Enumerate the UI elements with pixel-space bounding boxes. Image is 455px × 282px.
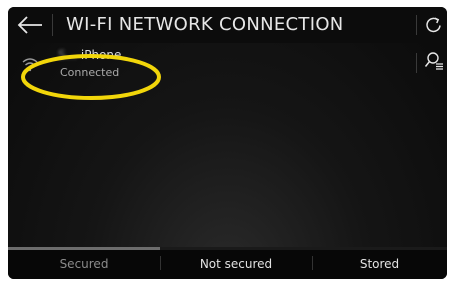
tab-secured[interactable]: Secured [8,250,160,279]
row-divider [416,53,417,73]
refresh-button[interactable] [422,13,446,37]
search-button[interactable] [422,49,446,73]
header-divider-right [416,15,417,35]
tab-not-secured[interactable]: Not secured [160,250,312,279]
back-button[interactable] [14,12,46,38]
header-bar: WI-FI NETWORK CONNECTION [8,7,447,43]
page-title: WI-FI NETWORK CONNECTION [66,14,344,35]
back-arrow-icon [17,16,42,34]
highlight-ellipse-annotation [21,54,161,100]
header-divider [52,14,53,36]
screen: WI-FI NETWORK CONNECTION S... iPhone Con… [8,7,447,279]
search-list-icon [424,52,443,70]
tab-stored[interactable]: Stored [312,250,447,279]
refresh-icon [426,17,441,33]
tab-bar: Secured Not secured Stored [8,250,447,279]
